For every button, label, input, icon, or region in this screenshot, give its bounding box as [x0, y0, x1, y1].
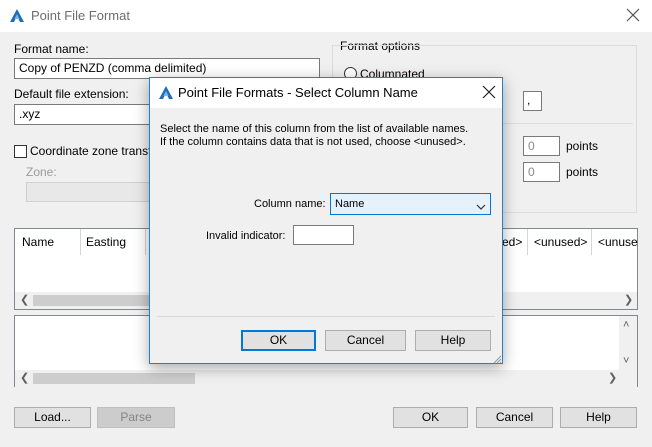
column-header[interactable]: ed> [502, 235, 522, 249]
column-name-combo[interactable]: Name [330, 193, 491, 215]
modal-title: Point File Formats - Select Column Name [178, 85, 418, 100]
format-name-label: Format name: [14, 42, 89, 56]
column-header[interactable]: Name [22, 235, 54, 249]
select-column-name-dialog: Point File Formats - Select Column Name … [149, 77, 503, 364]
modal-title-bar: Point File Formats - Select Column Name [150, 78, 502, 108]
load-button[interactable]: Load... [14, 407, 91, 428]
column-divider [80, 229, 81, 255]
delimiter-field[interactable]: , [523, 91, 542, 111]
app-icon [9, 8, 25, 27]
points-field-2[interactable]: 0 [523, 162, 560, 182]
coordinate-zone-label: Coordinate zone transfor [30, 144, 163, 158]
scroll-right-icon[interactable]: ❯ [608, 371, 617, 385]
scroll-down-icon[interactable]: ˅ [623, 354, 629, 368]
scroll-left-icon[interactable]: ❮ [20, 293, 29, 307]
options-divider [503, 123, 633, 124]
format-name-field[interactable]: Copy of PENZD (comma delimited) [14, 58, 320, 79]
main-close-icon[interactable] [626, 8, 640, 25]
modal-close-icon[interactable] [482, 85, 496, 102]
main-ok-button[interactable]: OK [393, 407, 468, 428]
modal-ok-button[interactable]: OK [241, 330, 316, 351]
invalid-indicator-label: Invalid indicator: [206, 230, 286, 242]
resize-grip-icon[interactable] [492, 353, 502, 367]
scroll-up-icon[interactable]: ˄ [623, 318, 629, 332]
modal-app-icon [158, 85, 174, 104]
modal-cancel-button[interactable]: Cancel [325, 330, 406, 351]
modal-instructions-line1: Select the name of this column from the … [160, 123, 469, 135]
coordinate-zone-checkbox[interactable] [14, 145, 27, 158]
preview-hscrollbar[interactable]: ❮ ❯ [15, 370, 637, 387]
zone-label: Zone: [26, 165, 57, 179]
invalid-indicator-field[interactable] [293, 225, 354, 245]
column-name-label: Column name: [254, 198, 326, 210]
default-extension-field[interactable]: .xyz [14, 104, 154, 125]
column-header[interactable]: <unused> [534, 235, 587, 249]
zone-combo[interactable] [26, 182, 150, 202]
main-title-bar: Point File Format [0, 0, 652, 32]
column-divider [145, 229, 146, 255]
default-extension-label: Default file extension: [14, 87, 129, 101]
column-header[interactable]: Easting [86, 235, 126, 249]
chevron-down-icon[interactable] [476, 200, 486, 215]
main-cancel-button[interactable]: Cancel [476, 407, 553, 428]
points-field-1[interactable]: 0 [523, 136, 560, 156]
scroll-right-icon[interactable]: ❯ [624, 293, 633, 307]
points-label-2: points [566, 165, 599, 179]
modal-help-button[interactable]: Help [415, 330, 491, 351]
column-header[interactable]: <unuse [598, 235, 638, 249]
parse-button[interactable]: Parse [97, 407, 175, 428]
main-help-button[interactable]: Help [560, 407, 637, 428]
column-divider [527, 229, 528, 255]
modal-divider [157, 316, 495, 317]
preview-vscrollbar[interactable]: ˄ ˅ [619, 316, 637, 370]
scroll-thumb[interactable] [33, 373, 195, 384]
scroll-thumb[interactable] [33, 295, 163, 306]
points-label-1: points [566, 139, 599, 153]
main-dialog-title: Point File Format [31, 8, 130, 23]
modal-instructions-line2: If the column contains data that is not … [160, 136, 466, 148]
scroll-left-icon[interactable]: ❮ [20, 371, 29, 385]
column-name-value: Name [335, 198, 365, 210]
column-divider [591, 229, 592, 255]
